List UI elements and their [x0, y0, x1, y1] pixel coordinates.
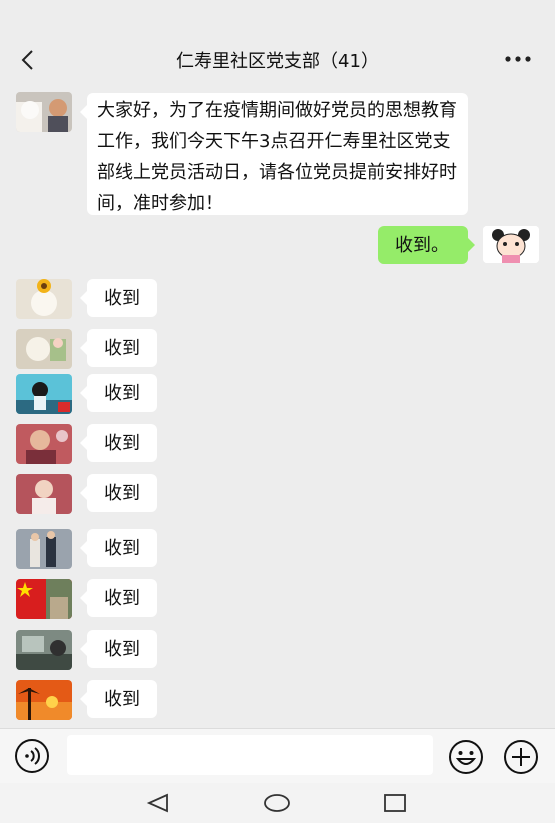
reply-bubble: 收到 [80, 424, 157, 462]
my-avatar[interactable] [483, 226, 539, 263]
avatar[interactable] [16, 579, 72, 619]
reply-text: 收到 [104, 482, 140, 504]
avatar[interactable] [16, 630, 72, 670]
my-reply-bubble: 收到。 [378, 226, 475, 264]
chat-title: 仁寿里社区党支部（41） [176, 51, 379, 72]
home-circle-icon[interactable] [259, 789, 295, 817]
avatar[interactable] [16, 680, 72, 720]
reply-bubble: 收到 [80, 680, 157, 718]
input-bar [0, 728, 555, 783]
reply-text: 收到 [104, 432, 140, 454]
plus-circle-icon[interactable] [502, 738, 540, 776]
reply-text: 收到 [104, 382, 140, 404]
reply-text: 收到 [104, 287, 140, 309]
voice-icon[interactable] [14, 738, 50, 774]
chat-messages: 大家好，为了在疫情期间做好党员的思想教育工作，我们今天下午3点召开仁寿里社区党支… [0, 88, 555, 728]
reply-text: 收到 [104, 337, 140, 359]
avatar[interactable] [16, 92, 72, 132]
avatar[interactable] [16, 329, 72, 369]
avatar[interactable] [16, 424, 72, 464]
message-input[interactable] [67, 735, 433, 775]
reply-bubble: 收到 [80, 579, 157, 617]
notice-message-bubble: 大家好，为了在疫情期间做好党员的思想教育工作，我们今天下午3点召开仁寿里社区党支… [80, 93, 468, 215]
chat-header: 仁寿里社区党支部（41） [0, 0, 555, 88]
my-reply-text: 收到。 [395, 234, 449, 256]
system-navbar [0, 783, 555, 823]
avatar[interactable] [16, 529, 72, 569]
reply-bubble: 收到 [80, 329, 157, 367]
reply-bubble: 收到 [80, 474, 157, 512]
reply-bubble: 收到 [80, 529, 157, 567]
reply-text: 收到 [104, 537, 140, 559]
avatar[interactable] [16, 474, 72, 514]
back-triangle-icon[interactable] [140, 789, 176, 817]
reply-text: 收到 [104, 587, 140, 609]
more-dots-icon[interactable] [503, 46, 533, 72]
reply-text: 收到 [104, 638, 140, 660]
avatar[interactable] [16, 374, 72, 414]
emoji-icon[interactable] [447, 738, 485, 776]
reply-text: 收到 [104, 688, 140, 710]
reply-bubble: 收到 [80, 374, 157, 412]
avatar[interactable] [16, 279, 72, 319]
reply-bubble: 收到 [80, 279, 157, 317]
notice-message-text: 大家好，为了在疫情期间做好党员的思想教育工作，我们今天下午3点召开仁寿里社区党支… [97, 100, 457, 214]
recent-square-icon[interactable] [377, 789, 413, 817]
reply-bubble: 收到 [80, 630, 157, 668]
